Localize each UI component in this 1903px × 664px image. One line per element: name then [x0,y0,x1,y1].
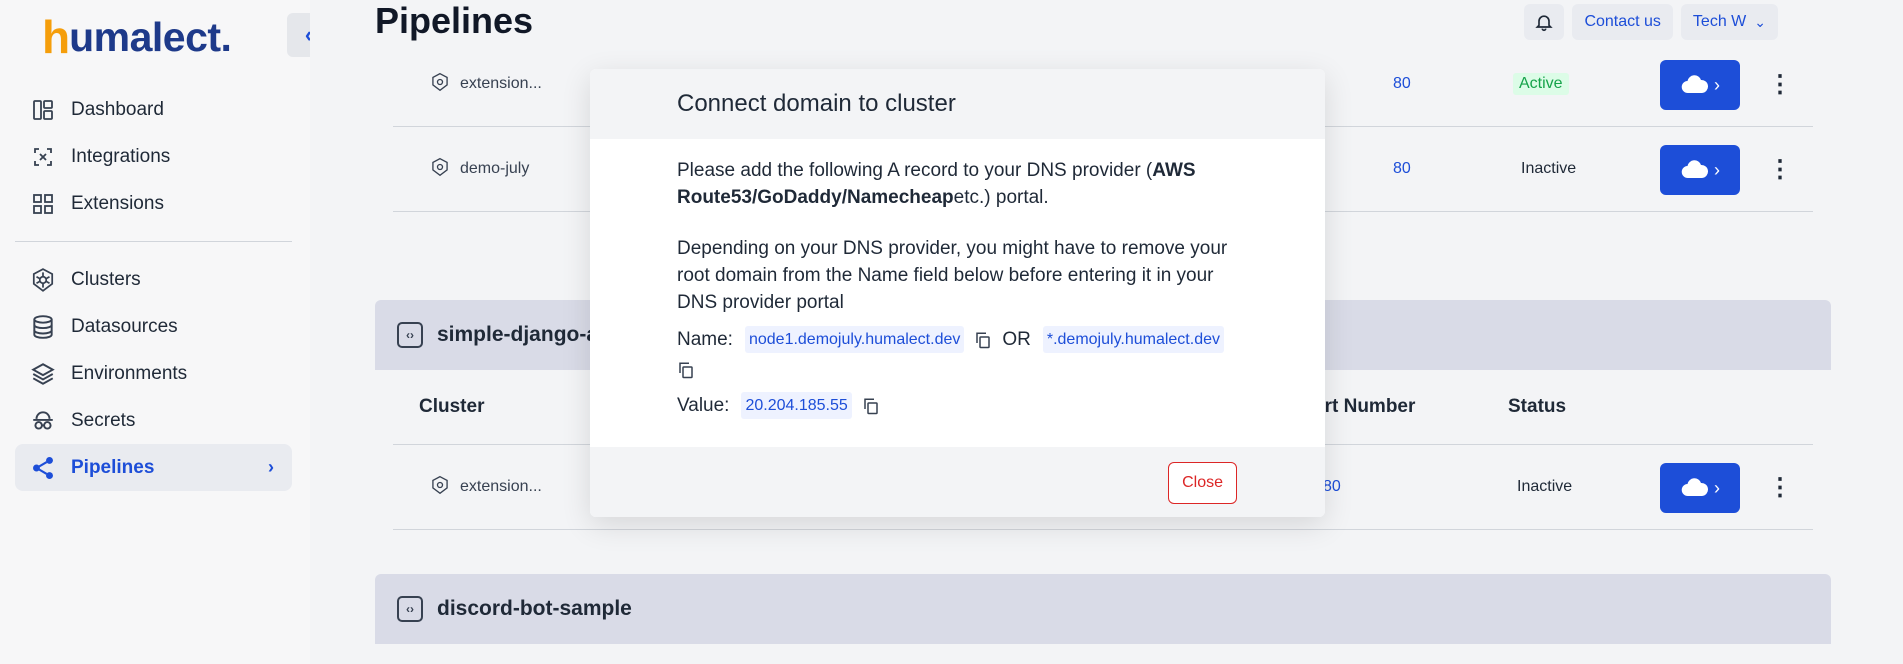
wildcard-copy-row [677,353,1238,387]
modal-footer: Close [590,447,1325,517]
dns-note: Depending on your DNS provider, you migh… [677,238,1228,313]
connect-domain-modal: Connect domain to cluster Please add the… [590,69,1325,517]
copy-icon[interactable] [862,396,880,416]
close-button[interactable]: Close [1168,462,1237,504]
instruction-text: Please add the following A record to you… [677,157,1238,211]
name-value: node1.demojuly.humalect.dev [744,326,965,353]
instruction-post: etc.) portal. [953,187,1049,208]
copy-icon[interactable] [974,330,992,350]
or-label: OR [1002,329,1031,350]
instruction-pre: Please add the following A record to you… [677,160,1153,181]
name-row: Name: node1.demojuly.humalect.dev OR *.d… [677,326,1238,353]
modal-body: Please add the following A record to you… [590,139,1325,419]
name-label: Name: [677,329,733,350]
copy-icon[interactable] [677,360,695,380]
value-row: Value: 20.204.185.55 [677,392,1238,419]
modal-title: Connect domain to cluster [590,69,1325,139]
value-label: Value: [677,395,730,416]
name-wildcard-value: *.demojuly.humalect.dev [1042,326,1224,353]
ip-value: 20.204.185.55 [741,392,852,419]
